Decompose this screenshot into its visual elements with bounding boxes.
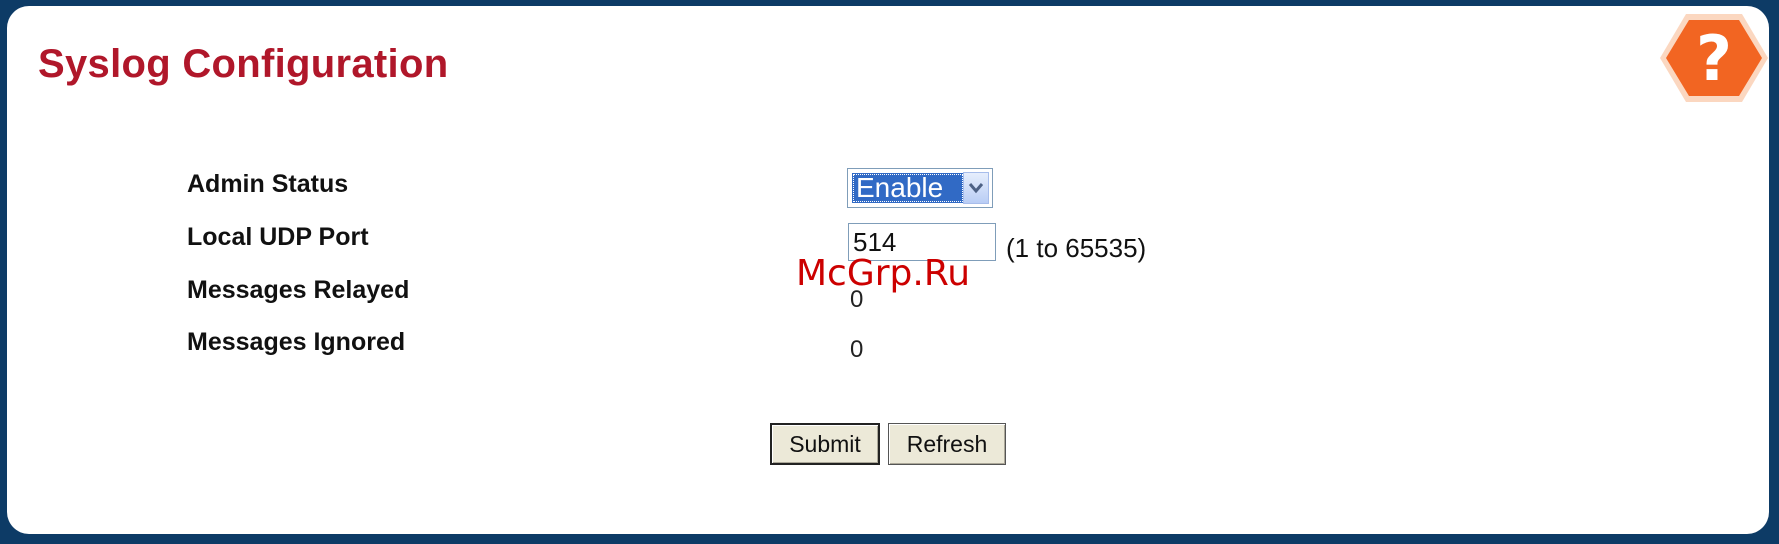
chevron-down-icon[interactable]: [963, 172, 989, 204]
admin-status-select[interactable]: Enable: [847, 168, 993, 208]
admin-status-label: Admin Status: [187, 170, 349, 198]
watermark-text: McGrp.Ru: [796, 253, 971, 294]
local-udp-port-label: Local UDP Port: [187, 223, 369, 251]
page-title: Syslog Configuration: [38, 42, 449, 86]
messages-relayed-label: Messages Relayed: [187, 276, 410, 304]
messages-ignored-label: Messages Ignored: [187, 328, 406, 356]
question-help-icon[interactable]: ?: [1658, 10, 1770, 106]
help-glyph: ?: [1696, 22, 1732, 95]
messages-ignored-value: 0: [850, 336, 864, 363]
udp-port-range-hint: (1 to 65535): [1006, 233, 1147, 263]
refresh-button[interactable]: Refresh: [888, 423, 1006, 465]
submit-button[interactable]: Submit: [770, 423, 880, 465]
admin-status-selected: Enable: [852, 173, 964, 203]
